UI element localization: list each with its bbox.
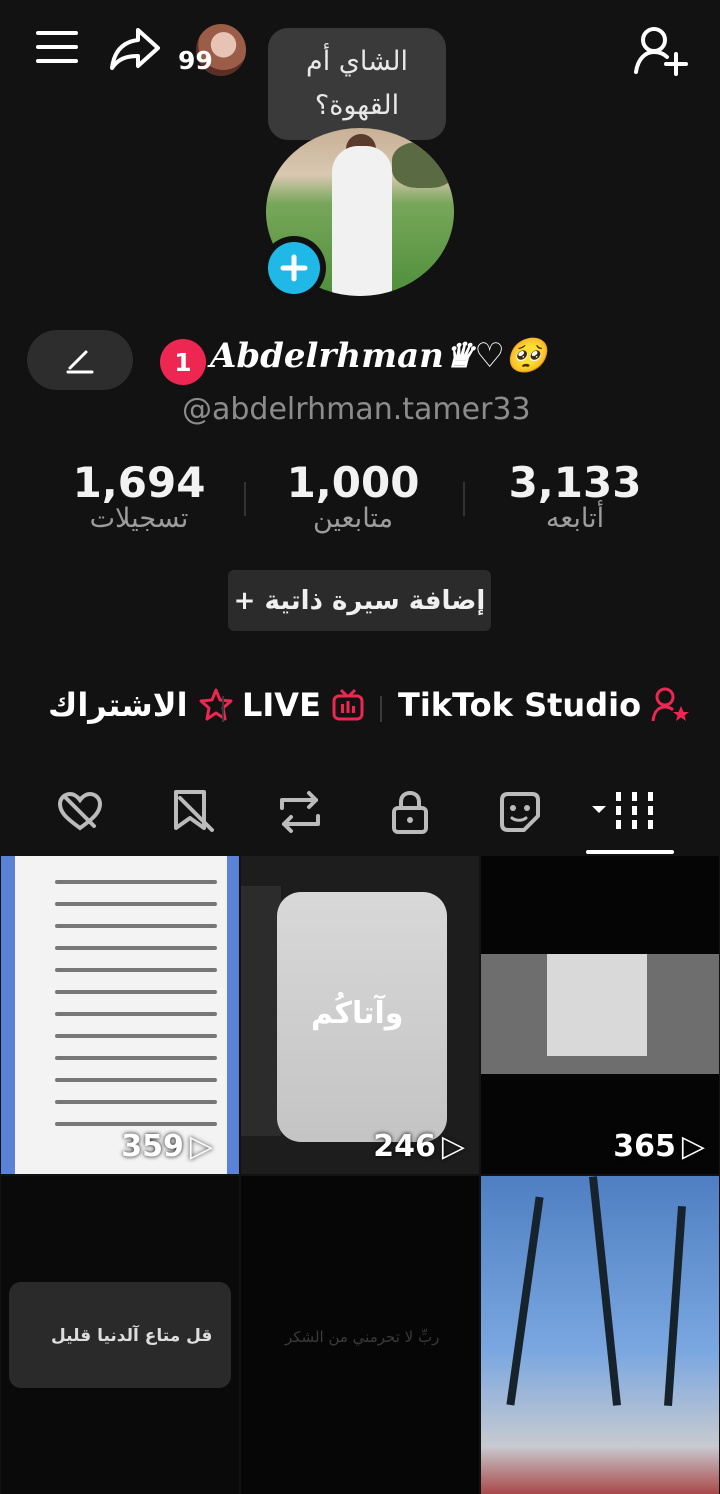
- sticker-face-tab[interactable]: [496, 788, 544, 836]
- subscription-link[interactable]: الاشتراك: [48, 686, 236, 724]
- play-icon: ▷: [681, 1129, 705, 1164]
- star-sparkle-icon: [198, 687, 236, 723]
- video-thumbnail[interactable]: [481, 1176, 719, 1494]
- tiktok-studio-link[interactable]: TikTok Studio: [398, 686, 691, 724]
- video-overlay-text: وآتاكُم: [311, 996, 404, 1031]
- video-thumbnail[interactable]: وآتاكُم 246 ▷: [241, 856, 479, 1174]
- video-overlay-text: ربِّ لا تحرمني من الشكر: [285, 1328, 440, 1346]
- play-icon: ▷: [189, 1129, 213, 1164]
- video-thumbnail[interactable]: قل متاع آلدنيا قليل: [1, 1176, 239, 1494]
- stat-label: تسجيلات: [89, 503, 189, 534]
- note-bubble[interactable]: الشاي أم القهوة؟: [268, 28, 446, 140]
- stat-recordings[interactable]: 1,694 تسجيلات: [54, 458, 224, 534]
- add-bio-button[interactable]: + إضافة سيرة ذاتية: [228, 570, 491, 631]
- edit-profile-button[interactable]: [27, 330, 133, 390]
- video-thumbnail[interactable]: ربِّ لا تحرمني من الشكر: [241, 1176, 479, 1494]
- live-link[interactable]: LIVE: [242, 686, 365, 724]
- divider: [244, 482, 246, 516]
- stat-value: 3,133: [508, 458, 642, 507]
- view-count: 246 ▷: [373, 1129, 465, 1164]
- plus-icon: [268, 242, 320, 294]
- creator-icon: [651, 686, 691, 724]
- stat-following[interactable]: 3,133 أتابعه: [490, 458, 660, 534]
- divider: [222, 696, 224, 722]
- studio-label: TikTok Studio: [398, 686, 642, 724]
- live-label: LIVE: [242, 686, 321, 724]
- lock-icon[interactable]: [386, 788, 434, 836]
- view-count: 365 ▷: [613, 1129, 705, 1164]
- notification-badge: 1: [160, 339, 206, 385]
- add-photo-button[interactable]: [262, 236, 326, 300]
- liked-videos-tab[interactable]: [56, 788, 104, 836]
- share-icon[interactable]: [108, 24, 162, 72]
- video-thumbnail[interactable]: 365 ▷: [481, 856, 719, 1174]
- play-icon: ▷: [441, 1129, 465, 1164]
- favorites-tab[interactable]: [168, 788, 216, 836]
- notification-count: 99: [178, 46, 213, 75]
- stat-label: أتابعه: [545, 503, 605, 534]
- active-tab-indicator: [586, 850, 674, 854]
- subscription-label: الاشتراك: [48, 686, 188, 724]
- view-count: 359 ▷: [121, 1129, 213, 1164]
- videos-grid-tab[interactable]: [590, 786, 660, 834]
- add-friend-icon[interactable]: [632, 24, 690, 78]
- video-thumbnail[interactable]: 359 ▷: [1, 856, 239, 1174]
- display-name: 𝑨𝒃𝒅𝒆𝒍𝒓𝒉𝒎𝒂𝒏♛♡🥺: [210, 336, 548, 376]
- stat-followers[interactable]: 1,000 متابعين: [268, 458, 438, 534]
- repost-tab[interactable]: [276, 788, 324, 836]
- stat-value: 1,694: [72, 458, 206, 507]
- stat-value: 1,000: [286, 458, 420, 507]
- divider: [380, 696, 382, 722]
- live-tv-icon: [331, 688, 365, 722]
- divider: [463, 482, 465, 516]
- video-overlay-text: قل متاع آلدنيا قليل: [51, 1326, 213, 1346]
- menu-icon[interactable]: [34, 28, 80, 66]
- username: @abdelrhman.tamer33: [182, 392, 531, 427]
- stat-label: متابعين: [312, 503, 394, 534]
- note-text: الشاي أم القهوة؟: [306, 46, 408, 121]
- pencil-icon: [64, 344, 96, 376]
